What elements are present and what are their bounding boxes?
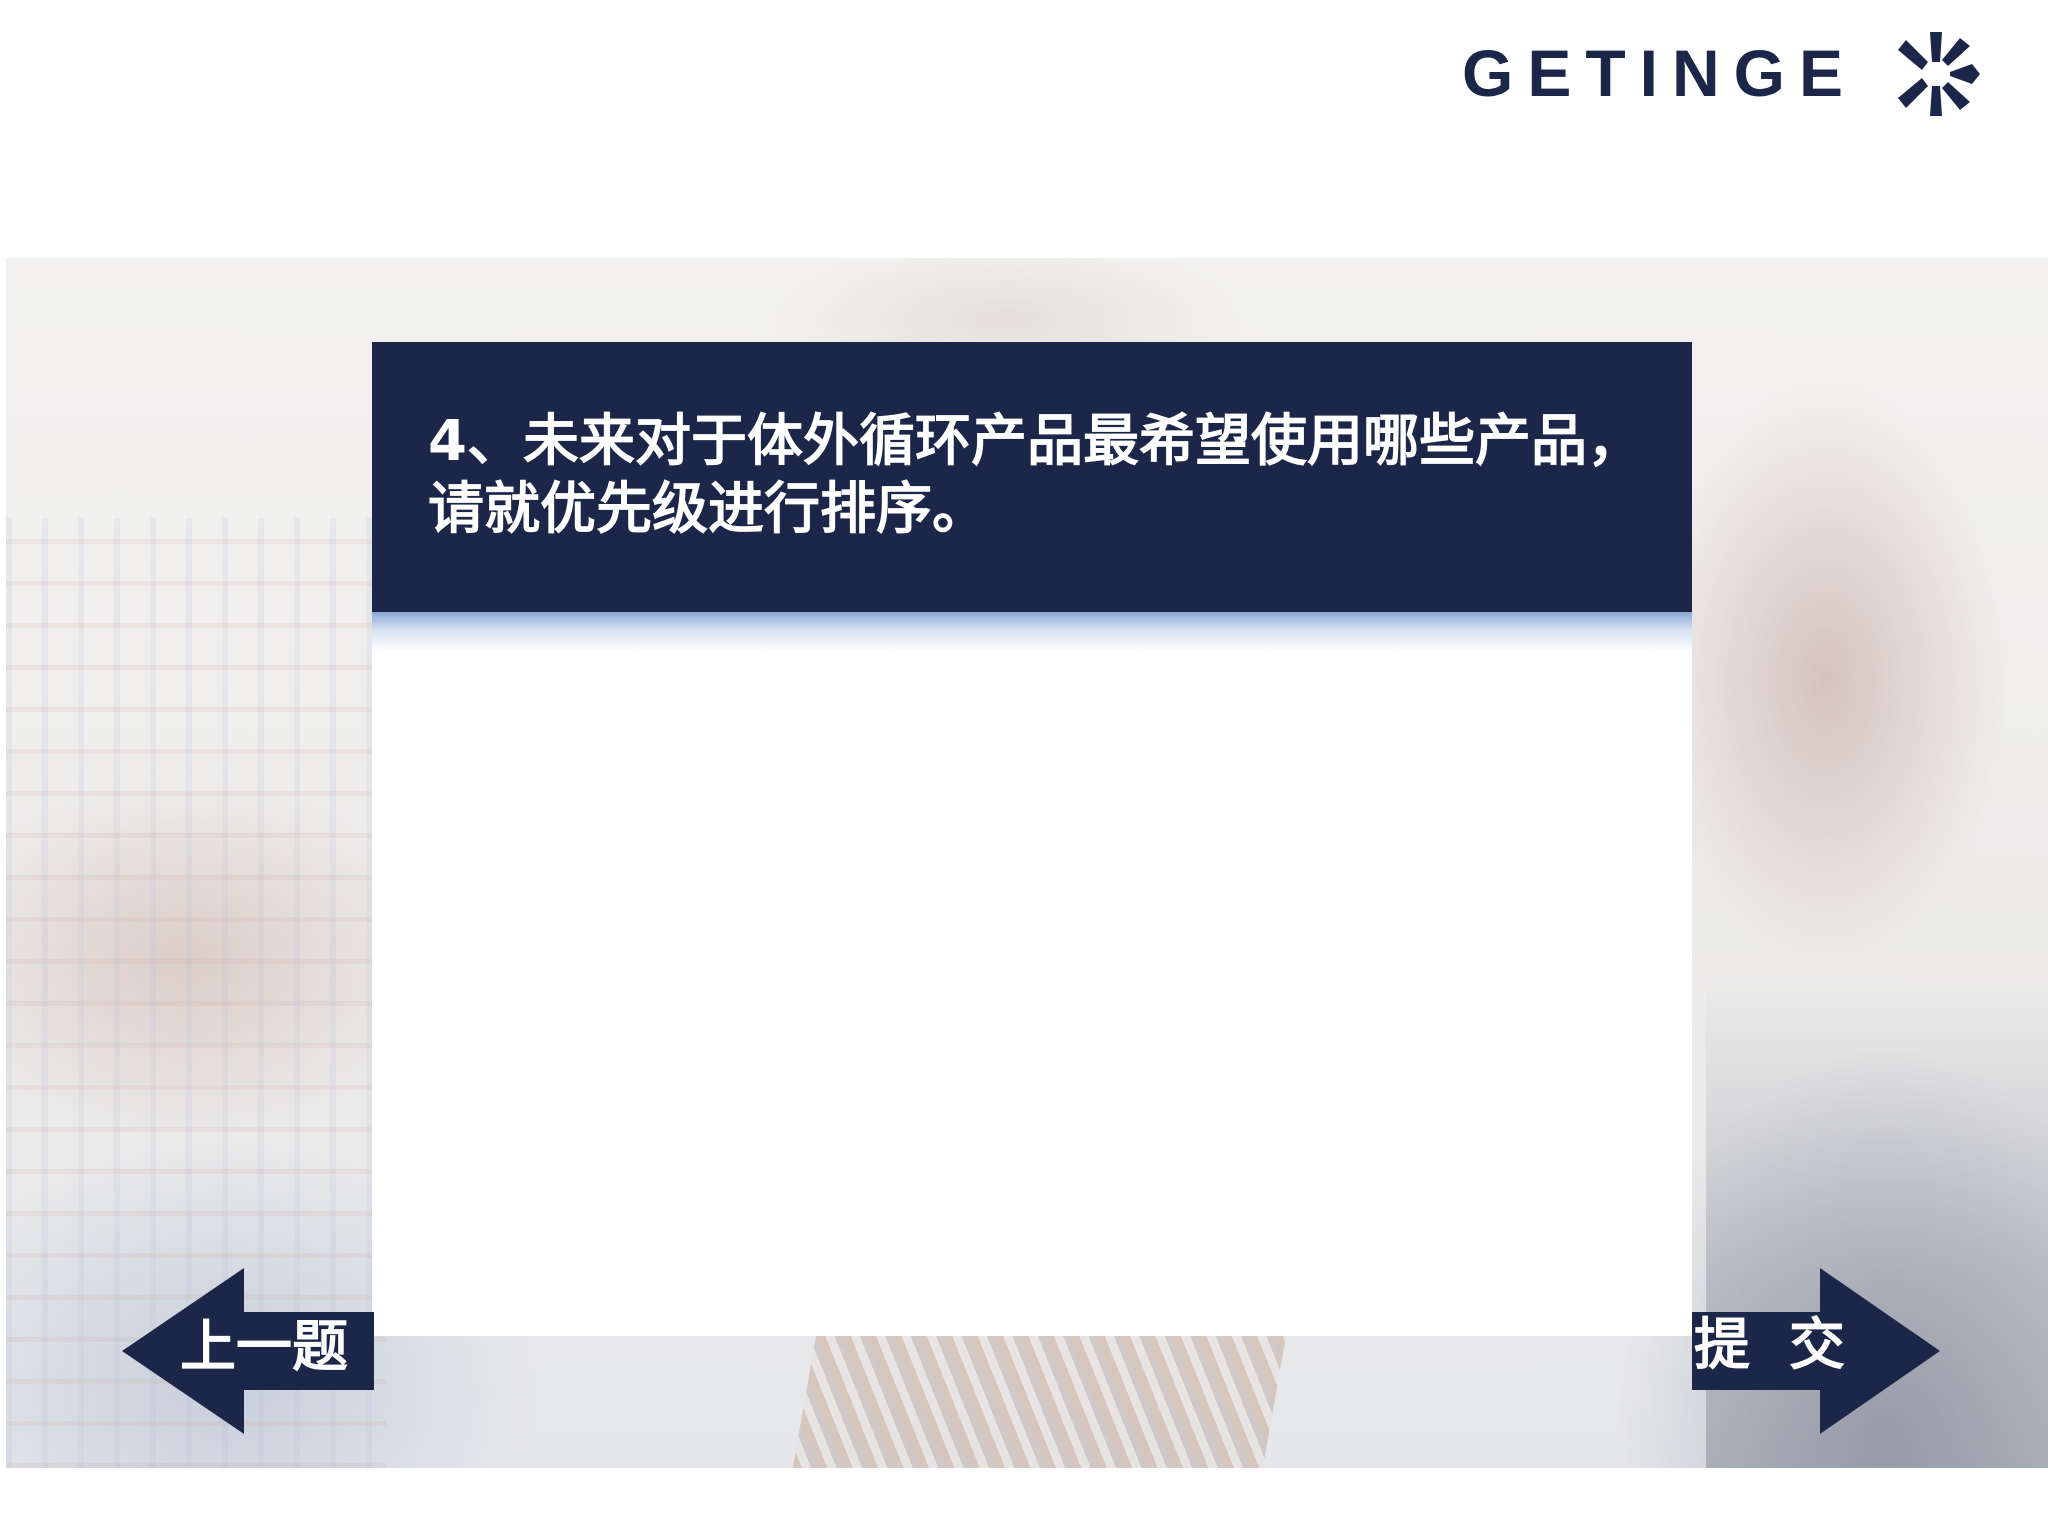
- getinge-star-icon: [1898, 32, 1980, 116]
- prev-question-label: 上一题: [180, 1315, 348, 1380]
- question-header: 4、未来对于体外循环产品最希望使用哪些产品， 请就优先级进行排序。: [372, 342, 1692, 612]
- prev-question-button[interactable]: 上一题: [122, 1268, 374, 1434]
- photo-scarf: [792, 1318, 1290, 1468]
- question-line-1: 4、未来对于体外循环产品最希望使用哪些产品，: [428, 409, 1643, 474]
- getinge-logo: GETINGE: [1462, 24, 2002, 124]
- question-line-2: 请就优先级进行排序。: [428, 477, 988, 542]
- answer-area[interactable]: [372, 652, 1692, 1336]
- question-text: 4、未来对于体外循环产品最希望使用哪些产品， 请就优先级进行排序。: [428, 408, 1678, 544]
- survey-slide: GETINGE 4、未来对于体外循环产品最希望使用哪些产品， 请就优先级进行排序…: [0, 0, 2048, 1536]
- header-fade: [372, 612, 1692, 652]
- submit-button[interactable]: 提 交: [1692, 1268, 1940, 1434]
- logo-wordmark: GETINGE: [1462, 36, 1857, 110]
- submit-label: 提 交: [1694, 1313, 1845, 1378]
- question-card: 4、未来对于体外循环产品最希望使用哪些产品， 请就优先级进行排序。: [372, 342, 1692, 1336]
